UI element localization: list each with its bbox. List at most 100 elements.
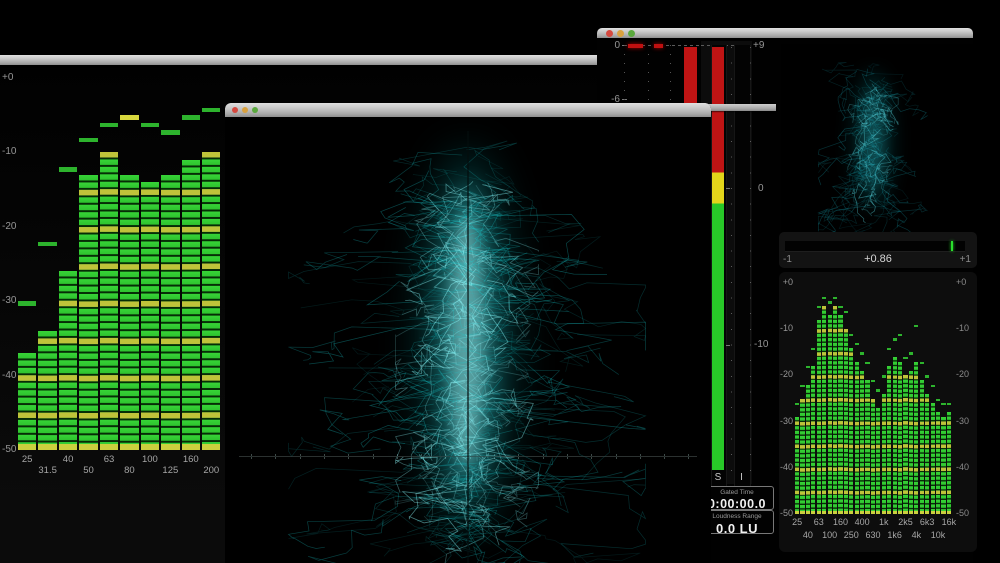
peak-hold-segment [816, 306, 821, 309]
db-tick-label: -20 [956, 369, 970, 380]
peak-hold-segment [832, 296, 838, 300]
spectrum-bar-base-row [887, 510, 892, 514]
goniometer-titlebar[interactable] [225, 103, 711, 117]
spectrum-bar [914, 361, 919, 514]
peak-hold-segment [881, 375, 886, 378]
spectrum-bar-base-row [925, 510, 930, 514]
correlation-value: +0.86 [864, 253, 892, 265]
spectrum-bar [887, 366, 892, 514]
spectrum-bar [860, 370, 865, 514]
spectrum-bar-base-row [865, 510, 870, 514]
close-button[interactable] [232, 107, 238, 113]
spectrum-bar-base-row [876, 510, 881, 514]
peak-hold-segment [897, 333, 903, 337]
peak-hold-segment [908, 352, 913, 355]
db-tick-label: -30 [779, 415, 793, 426]
peak-hold-segment [822, 296, 827, 300]
spectrum-bar [908, 370, 913, 514]
spectrum-bar-base-row [822, 510, 827, 514]
peak-hold-segment [914, 324, 919, 327]
peak-hold-segment [795, 403, 800, 406]
spectrum-bar [935, 412, 941, 514]
peak-hold-segment [854, 343, 859, 346]
spectrum-bar [816, 319, 821, 514]
peak-hold-segment [860, 352, 865, 355]
peak-hold-segment [946, 403, 951, 406]
spectrum-bar-base-row [941, 510, 946, 514]
peak-hold-segment [876, 389, 881, 392]
peak-hold-segment [805, 366, 811, 369]
desktop: +0 -10 -20 -30 -40 -50 25 31.5 40 50 63 80 100 125 160… [0, 0, 1000, 563]
spectrum-bar-base-row [795, 510, 800, 514]
db-tick-label: -40 [779, 461, 793, 472]
spectrum-bar-base-row [914, 510, 919, 514]
db-tick-label: -50 [779, 508, 793, 518]
correlation-max-label: +1 [959, 254, 971, 265]
peak-hold-segment [941, 403, 946, 406]
spectrum-bar [811, 366, 816, 514]
db-tick-label: -40 [956, 461, 970, 472]
spectrum-bar-base-row [870, 510, 876, 514]
peak-hold-segment [843, 310, 848, 314]
db-tick-label: -50 [956, 508, 970, 518]
db-tick-label: -10 [779, 323, 793, 334]
spectrum-bar [892, 356, 897, 514]
spectrum-bar [795, 416, 800, 514]
freq-label: 10k [930, 530, 946, 540]
db-tick-label: -20 [779, 369, 793, 380]
spectrum-bar [865, 380, 870, 514]
peak-hold-segment [892, 338, 897, 341]
peak-hold-segment [925, 375, 930, 378]
spectrum-bar-base-row [908, 510, 913, 514]
db-tick-label: +0 [782, 277, 793, 287]
peak-hold-segment [849, 333, 854, 337]
spectrum-bar-base-row [832, 510, 838, 514]
goniometer-trace [817, 62, 929, 252]
peak-hold-segment [827, 301, 832, 304]
correlation-panel: -1 +0.86 +1 [779, 232, 977, 268]
spectrum-bar-base-row [854, 510, 859, 514]
peak-hold-segment [811, 347, 816, 350]
peak-hold-segment [800, 384, 805, 387]
spectrum-bar [832, 306, 838, 514]
spectrum-bar [881, 393, 886, 514]
peak-hold-segment [935, 398, 941, 401]
peak-hold-segment [870, 380, 876, 383]
spectrum-bar-base-row [860, 510, 865, 514]
spectrum-bar-base-row [843, 510, 848, 514]
minimize-button[interactable] [242, 107, 248, 113]
db-tick-label: -30 [956, 415, 970, 426]
spectrum-bar-base-row [903, 510, 908, 514]
spectrum-bar [946, 412, 951, 514]
spectrum-bar [838, 315, 843, 514]
spectrum-bar [903, 375, 908, 514]
spectrum-bar [800, 398, 805, 514]
correlation-tick [951, 241, 954, 251]
goniometer-small-panel [781, 44, 977, 252]
goniometer-main-display [225, 117, 711, 563]
spectrum-bar [925, 393, 930, 514]
scope-vertical-axis-overlay [467, 131, 469, 563]
db-tick-label: +0 [956, 277, 967, 287]
spectrum-bar [827, 315, 832, 514]
correlation-lane [785, 241, 965, 252]
peak-hold-segment [919, 361, 924, 364]
spectrum-bar [941, 416, 946, 514]
peak-hold-segment [865, 361, 870, 364]
spectrum-bar-base-row [892, 510, 897, 514]
peak-hold-segment [887, 347, 892, 350]
spectrum-bar-base-row [897, 510, 903, 514]
spectrum-bar-base-row [838, 510, 843, 514]
spectrum-bar-base-row [930, 510, 935, 514]
zoom-button[interactable] [252, 107, 258, 113]
spectrum-bar-base-row [935, 510, 941, 514]
spectrum-bar [849, 347, 854, 514]
spectrum-bar [919, 380, 924, 514]
spectrum-bar-base-row [800, 510, 805, 514]
spectrum-bar-base-row [919, 510, 924, 514]
peak-hold-segment [930, 384, 935, 387]
spectrum-bar [930, 403, 935, 514]
spectrum-bar-base-row [827, 510, 832, 514]
spectrum-bar-base-row [811, 510, 816, 514]
peak-hold-segment [903, 356, 908, 360]
